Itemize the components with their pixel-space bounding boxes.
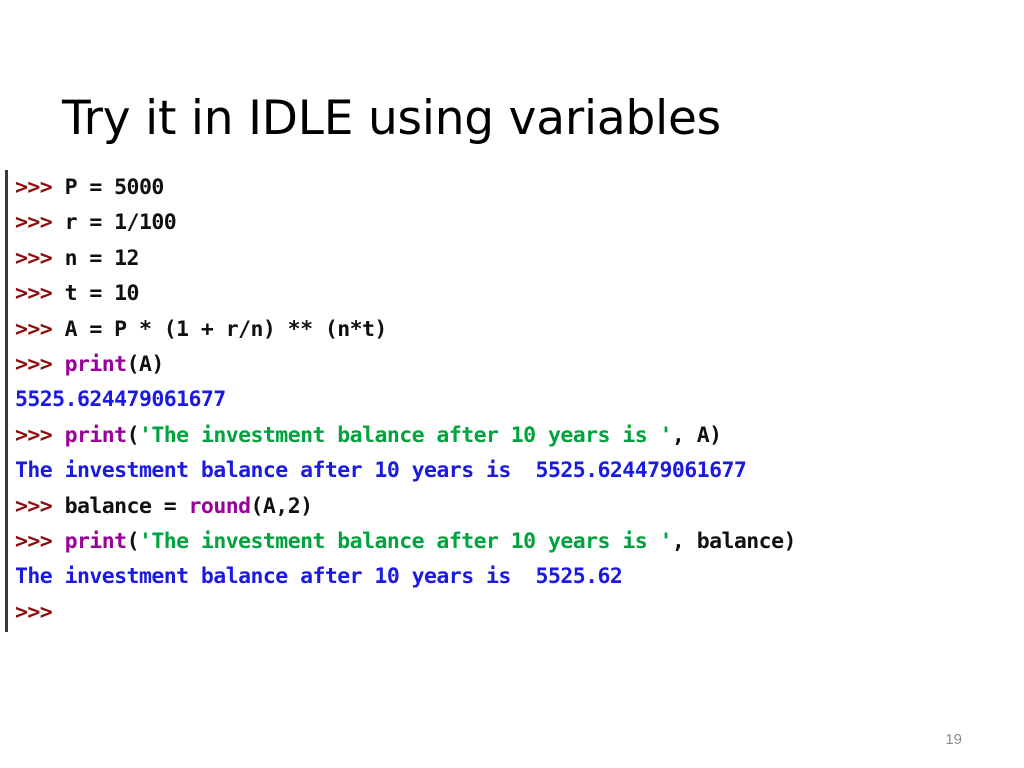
token-prompt: >>> xyxy=(15,316,65,342)
shell-input-line: >>> r = 1/100 xyxy=(15,205,1024,240)
shell-input-line: >>> print('The investment balance after … xyxy=(15,418,1024,453)
token-string: 'The investment balance after 10 years i… xyxy=(138,422,673,448)
token-plain: , balance) xyxy=(671,528,797,554)
token-builtin: round xyxy=(188,493,252,519)
token-plain: balance = xyxy=(64,493,189,519)
token-builtin: print xyxy=(64,528,128,554)
shell-output-line: The investment balance after 10 years is… xyxy=(15,559,1024,594)
token-output: 5525.624479061677 xyxy=(15,387,226,413)
token-output: The investment balance after 10 years is… xyxy=(15,564,623,590)
token-plain: t = 10 xyxy=(64,281,140,307)
token-builtin: print xyxy=(64,422,128,448)
token-prompt: >>> xyxy=(15,599,53,625)
shell-output-line: 5525.624479061677 xyxy=(15,382,1024,417)
token-prompt: >>> xyxy=(15,422,65,448)
token-plain: ( xyxy=(126,422,140,448)
shell-output-line: The investment balance after 10 years is… xyxy=(15,453,1024,488)
token-prompt: >>> xyxy=(15,210,65,236)
token-output: The investment balance after 10 years is… xyxy=(15,458,747,484)
token-string: 'The investment balance after 10 years i… xyxy=(138,528,673,554)
token-plain: ( xyxy=(126,528,140,554)
token-prompt: >>> xyxy=(15,175,65,200)
page-number: 19 xyxy=(945,731,962,748)
shell-input-line: >>> balance = round(A,2) xyxy=(15,489,1024,524)
shell-input-line: >>> print(A) xyxy=(15,347,1024,382)
token-plain: , A) xyxy=(671,422,722,448)
shell-input-line: >>> P = 5000 xyxy=(15,170,1024,205)
page-title: Try it in IDLE using variables xyxy=(62,91,721,147)
token-prompt: >>> xyxy=(15,528,65,554)
shell-input-line: >>> n = 12 xyxy=(15,241,1024,276)
token-plain: r = 1/100 xyxy=(64,210,177,236)
code-line-list: >>> P = 5000 >>> r = 1/100 >>> n = 12 >>> t… xyxy=(15,170,1024,630)
token-prompt: >>> xyxy=(15,281,65,307)
token-plain: P = 5000 xyxy=(64,175,165,200)
token-prompt: >>> xyxy=(15,351,65,377)
shell-input-line: >>> xyxy=(15,595,1024,630)
token-prompt: >>> xyxy=(15,493,65,519)
idle-shell-transcript: >>> P = 5000 >>> r = 1/100 >>> n = 12 >>> t… xyxy=(5,170,1024,632)
token-prompt: >>> xyxy=(15,245,65,271)
token-plain: n = 12 xyxy=(64,245,140,271)
token-plain: (A) xyxy=(126,351,165,377)
shell-input-line: >>> t = 10 xyxy=(15,276,1024,311)
shell-input-line: >>> print('The investment balance after … xyxy=(15,524,1024,559)
slide-canvas: Try it in IDLE using variables >>> P = 5… xyxy=(0,0,1024,768)
token-builtin: print xyxy=(64,351,128,377)
token-plain: A = P * (1 + r/n) ** (n*t) xyxy=(64,316,388,342)
token-plain: (A,2) xyxy=(250,493,314,519)
shell-input-line: >>> A = P * (1 + r/n) ** (n*t) xyxy=(15,312,1024,347)
